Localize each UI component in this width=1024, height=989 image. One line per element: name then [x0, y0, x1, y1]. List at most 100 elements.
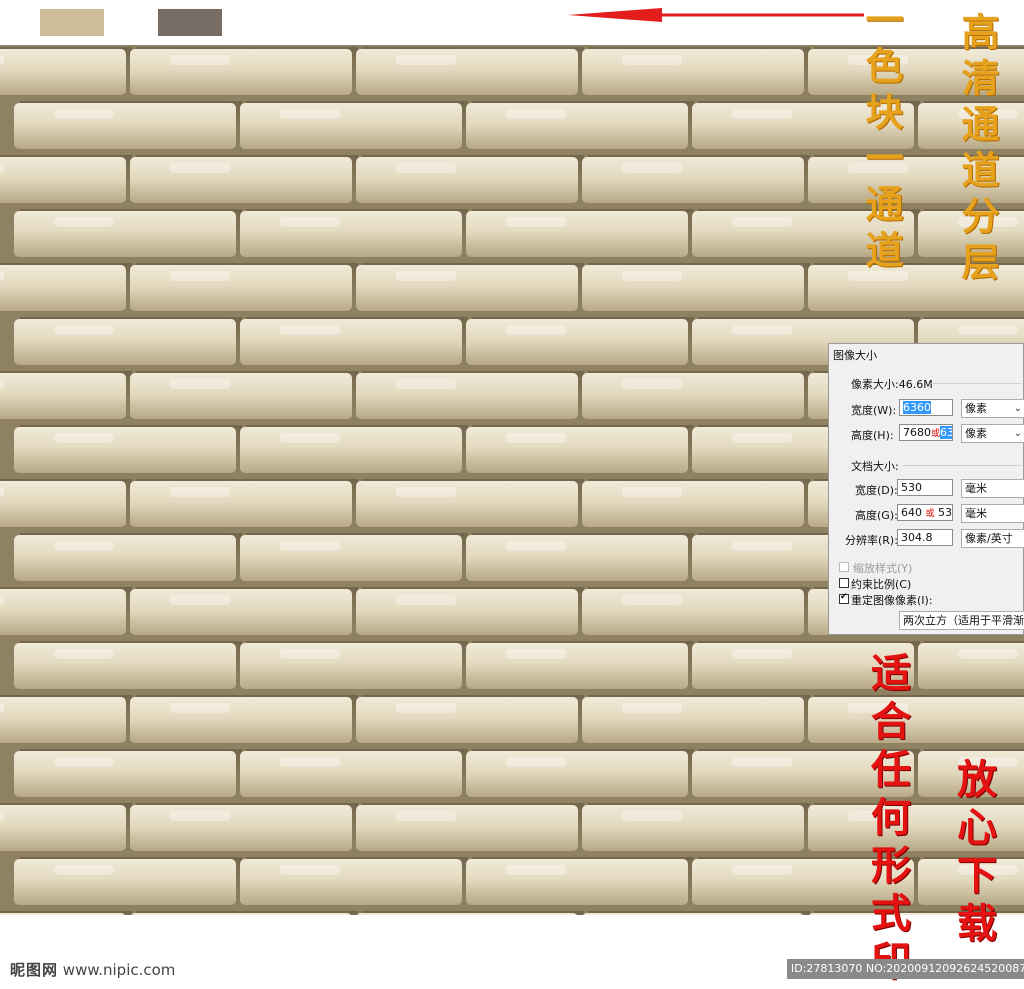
resample-method-select[interactable]: 两次立方（适用于平滑渐变	[899, 611, 1024, 630]
resolution-unit-select[interactable]: 像素/英寸	[961, 529, 1024, 548]
brick-highlight	[732, 541, 792, 551]
brick-highlight	[958, 649, 1018, 659]
brick-highlight	[732, 433, 792, 443]
site-url: www.nipic.com	[62, 961, 176, 979]
brick	[14, 535, 236, 581]
doc-width-unit-select[interactable]: 毫米	[961, 479, 1024, 498]
brick	[240, 751, 462, 797]
resolution-input[interactable]: 304.8	[897, 529, 953, 546]
doc-height-value-new: 530	[938, 506, 953, 519]
brick	[240, 211, 462, 257]
brick	[14, 751, 236, 797]
constrain-proportions-label: 约束比例(C)	[851, 578, 912, 591]
brick-highlight	[54, 757, 114, 767]
resample-checkbox[interactable]	[839, 592, 849, 604]
doc-height-value-old: 640	[901, 506, 922, 519]
image-size-dialog: 图像大小 像素大小:46.6M 宽度(W): 6360 像素 ⌄ 高度(H): 7…	[828, 343, 1024, 635]
brick-highlight	[732, 865, 792, 875]
brick	[240, 859, 462, 905]
brick-highlight	[170, 379, 230, 389]
brick-highlight	[54, 109, 114, 119]
brick	[466, 211, 688, 257]
brick	[240, 103, 462, 149]
width-value: 6360	[903, 401, 931, 414]
brick	[130, 589, 352, 635]
brick-highlight	[622, 487, 682, 497]
doc-width-label: 宽度(D):	[855, 484, 898, 497]
brick-highlight	[396, 487, 456, 497]
brick	[356, 373, 578, 419]
height-value-old: 7680	[903, 426, 931, 439]
brick-highlight	[732, 109, 792, 119]
brick	[582, 373, 804, 419]
height-label: 高度(H):	[851, 429, 894, 442]
height-or-mark: 或	[931, 429, 941, 439]
brick	[14, 427, 236, 473]
brick	[130, 265, 352, 311]
brick	[466, 319, 688, 365]
brick-highlight	[280, 217, 340, 227]
brick	[130, 373, 352, 419]
brick-highlight	[280, 649, 340, 659]
brick-highlight	[622, 703, 682, 713]
brick-highlight	[54, 325, 114, 335]
resample-method-value: 两次立方（适用于平滑渐变	[903, 614, 1024, 627]
brick-highlight	[54, 649, 114, 659]
brick-highlight	[54, 865, 114, 875]
pixel-size-label: 像素大小:46.6M	[851, 378, 933, 391]
brick	[808, 697, 1024, 743]
brick	[356, 805, 578, 851]
brick	[583, 913, 803, 915]
chevron-down-icon: ⌄	[1013, 403, 1022, 414]
brick	[466, 751, 688, 797]
scale-styles-checkbox[interactable]	[839, 562, 849, 572]
brick	[357, 913, 577, 915]
width-unit-select[interactable]: 像素 ⌄	[961, 399, 1024, 418]
brick-highlight	[396, 595, 456, 605]
doc-height-unit-value: 毫米	[965, 507, 987, 520]
brick-highlight	[506, 217, 566, 227]
brick	[0, 49, 126, 95]
doc-height-or-mark: 或	[925, 509, 935, 519]
brick-highlight	[280, 325, 340, 335]
brick	[0, 265, 126, 311]
brick-highlight	[506, 433, 566, 443]
brick-highlight	[622, 55, 682, 65]
brick-highlight	[396, 55, 456, 65]
color-swatch-1	[40, 9, 104, 36]
constrain-proportions-checkbox[interactable]	[839, 578, 849, 588]
pixel-size-separator	[931, 383, 1021, 384]
brick-highlight	[732, 649, 792, 659]
brick	[466, 427, 688, 473]
brick	[240, 319, 462, 365]
width-input[interactable]: 6360	[899, 399, 953, 416]
doc-height-unit-select[interactable]: 毫米	[961, 504, 1024, 523]
brick	[14, 859, 236, 905]
brick	[131, 913, 351, 915]
brick-highlight	[280, 433, 340, 443]
brick-highlight	[506, 325, 566, 335]
brick-highlight	[170, 703, 230, 713]
doc-width-unit-value: 毫米	[965, 482, 987, 495]
brick	[582, 481, 804, 527]
brick-highlight	[54, 541, 114, 551]
doc-width-input[interactable]: 530	[897, 479, 953, 496]
doc-height-input[interactable]: 640 或 530	[897, 504, 953, 521]
brick-highlight	[170, 487, 230, 497]
scale-styles-label: 缩放样式(Y)	[853, 562, 913, 575]
height-input[interactable]: 7680或6360	[899, 424, 953, 441]
brick-highlight	[54, 433, 114, 443]
brick-highlight	[732, 217, 792, 227]
brick-highlight	[280, 865, 340, 875]
height-unit-select[interactable]: 像素 ⌄	[961, 424, 1024, 443]
image-id-watermark: ID:27813070 NO:20200912092624520087	[787, 959, 1024, 979]
brick-highlight	[732, 757, 792, 767]
brick-highlight	[622, 811, 682, 821]
brick	[130, 805, 352, 851]
brick	[356, 697, 578, 743]
brick	[240, 643, 462, 689]
site-name: 昵图网	[10, 961, 59, 979]
brick	[130, 481, 352, 527]
brick-highlight	[170, 595, 230, 605]
brick-highlight	[54, 217, 114, 227]
